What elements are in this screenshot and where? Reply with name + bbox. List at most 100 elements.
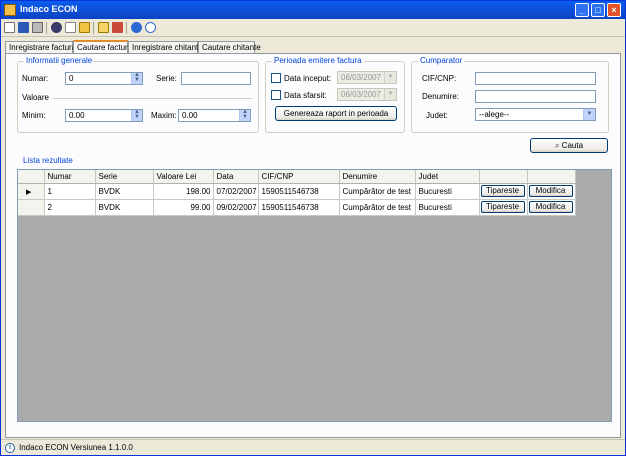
cell-modifica: Modifica [527,183,576,200]
cell-modifica: Modifica [527,199,576,216]
cif-label: CIF/CNP: [422,74,457,83]
column-header-judet[interactable]: Judet [415,170,480,184]
cumparator-group: Cumparator CIF/CNP: Denumire: Judet: --a… [411,56,609,133]
denumire-input[interactable] [475,90,596,103]
modifica-button[interactable]: Modifica [528,201,573,213]
print-icon[interactable] [32,22,43,33]
cell-tipareste: Tipareste [479,199,528,216]
valoare-divider [53,98,252,99]
new-document-icon[interactable] [4,22,15,33]
cell-judet[interactable]: Bucuresti [415,199,480,216]
cauta-button[interactable]: ⌕ Cauta [530,138,608,153]
spin-arrows-icon[interactable]: ▲ ▼ [131,109,142,121]
spin-arrows-icon[interactable]: ▲ ▼ [239,109,250,121]
chevron-down-icon[interactable]: ▼ [583,109,595,120]
tipareste-button[interactable]: Tipareste [480,201,525,213]
cell-serie[interactable]: BVDK [95,183,154,200]
valoare-label: Valoare [22,93,49,102]
data-sfarsit-picker[interactable]: 06/03/2007 ▼ [337,88,397,101]
column-header-denumire[interactable]: Denumire [339,170,416,184]
data-inceput-picker[interactable]: 06/03/2007 ▼ [337,71,397,84]
grid-header-row: Numar Serie Valoare Lei Data CIF/CNP Den… [18,170,576,184]
cell-denumire[interactable]: Cumpărător de test [339,183,416,200]
binoculars-icon: ⌕ [554,141,562,150]
cell-numar[interactable]: 2 [44,199,96,216]
status-text: Indaco ECON Versiunea 1.1.0.0 [19,443,133,452]
close-button[interactable]: × [607,3,621,17]
document-icon[interactable] [65,22,76,33]
column-header-valoare[interactable]: Valoare Lei [153,170,214,184]
column-header-data[interactable]: Data [213,170,259,184]
toolbar-separator [46,22,47,34]
cauta-label: Cauta [561,141,584,150]
maxim-label: Maxim: [151,111,177,120]
window-title: Indaco ECON [20,4,78,14]
column-header-numar[interactable]: Numar [44,170,96,184]
maxim-stepper[interactable]: 0.00 ▲ ▼ [178,109,251,122]
cell-serie[interactable]: BVDK [95,199,154,216]
cell-data[interactable]: 07/02/2007 [213,183,259,200]
serie-input[interactable] [181,72,251,85]
data-inceput-value: 06/03/2007 [341,73,382,82]
save-icon[interactable] [18,22,29,33]
about-icon[interactable] [145,22,156,33]
minim-value: 0.00 [69,111,85,120]
minimize-button[interactable]: _ [575,3,589,17]
data-inceput-checkbox[interactable] [271,73,281,83]
folder-icon[interactable] [79,22,90,33]
data-sfarsit-label: Data sfarsit: [284,91,327,100]
maximize-button[interactable]: □ [591,3,605,17]
data-sfarsit-value: 06/03/2007 [341,90,382,99]
numar-label: Numar: [22,74,49,83]
cautare-facturi-panel: Informatii generale Numar: 0 ▲ ▼ Serie: V… [5,53,621,438]
open-folder-icon[interactable] [98,22,109,33]
minim-stepper[interactable]: 0.00 ▲ ▼ [65,109,143,122]
title-bar: Indaco ECON _ □ × [1,1,625,19]
cell-judet[interactable]: Bucuresti [415,183,480,200]
status-bar: i Indaco ECON Versiunea 1.1.0.0 [1,439,625,455]
row-selector[interactable] [18,199,45,216]
serie-label: Serie: [156,74,177,83]
judet-select[interactable]: --alege-- ▼ [475,108,596,121]
judet-value: --alege-- [479,110,510,119]
table-row[interactable]: 2 BVDK 99.00 09/02/2007 1590511546738 Cu… [18,199,576,216]
data-inceput-label: Data inceput: [284,74,332,83]
cell-cif[interactable]: 1590511546738 [258,183,340,200]
modifica-button[interactable]: Modifica [528,185,573,197]
informatii-generale-group: Informatii generale Numar: 0 ▲ ▼ Serie: V… [17,56,259,133]
tipareste-button[interactable]: Tipareste [480,185,525,197]
perioada-group: Perioada emitere factura Data inceput: 0… [265,56,405,133]
group-title: Informatii generale [24,56,95,65]
cell-denumire[interactable]: Cumpărător de test [339,199,416,216]
spin-arrows-icon[interactable]: ▲ ▼ [131,72,142,84]
app-window: Indaco ECON _ □ × Inregistrare factura C… [0,0,626,456]
current-row-arrow-icon: ▶ [26,188,32,196]
cell-cif[interactable]: 1590511546738 [258,199,340,216]
cell-valoare[interactable]: 198.00 [153,183,214,200]
group-title: Perioada emitere factura [272,56,364,65]
users-icon[interactable] [112,22,123,33]
chevron-down-icon[interactable]: ▼ [384,89,396,100]
cell-data[interactable]: 09/02/2007 [213,199,259,216]
row-selector[interactable]: ▶ [18,183,45,200]
binoculars-icon[interactable] [51,22,62,33]
genereaza-raport-button[interactable]: Genereaza raport in perioada [275,106,397,121]
cif-input[interactable] [475,72,596,85]
cell-numar[interactable]: 1 [44,183,96,200]
table-row[interactable]: ▶ 1 BVDK 198.00 07/02/2007 1590511546738… [18,183,576,200]
judet-label: Judet: [426,111,448,120]
chevron-down-icon[interactable]: ▼ [384,72,396,83]
data-sfarsit-checkbox[interactable] [271,90,281,100]
numar-stepper[interactable]: 0 ▲ ▼ [65,72,143,85]
numar-value: 0 [69,74,74,83]
column-header-serie[interactable]: Serie [95,170,154,184]
cell-valoare[interactable]: 99.00 [153,199,214,216]
minim-label: Minim: [22,111,46,120]
help-icon[interactable] [131,22,142,33]
column-header-modifica [527,170,576,184]
toolbar [1,20,625,37]
row-header-corner [18,170,45,184]
column-header-cif[interactable]: CIF/CNP [258,170,340,184]
lista-rezultate-title: Lista rezultate [23,156,73,165]
maxim-value: 0.00 [182,111,198,120]
